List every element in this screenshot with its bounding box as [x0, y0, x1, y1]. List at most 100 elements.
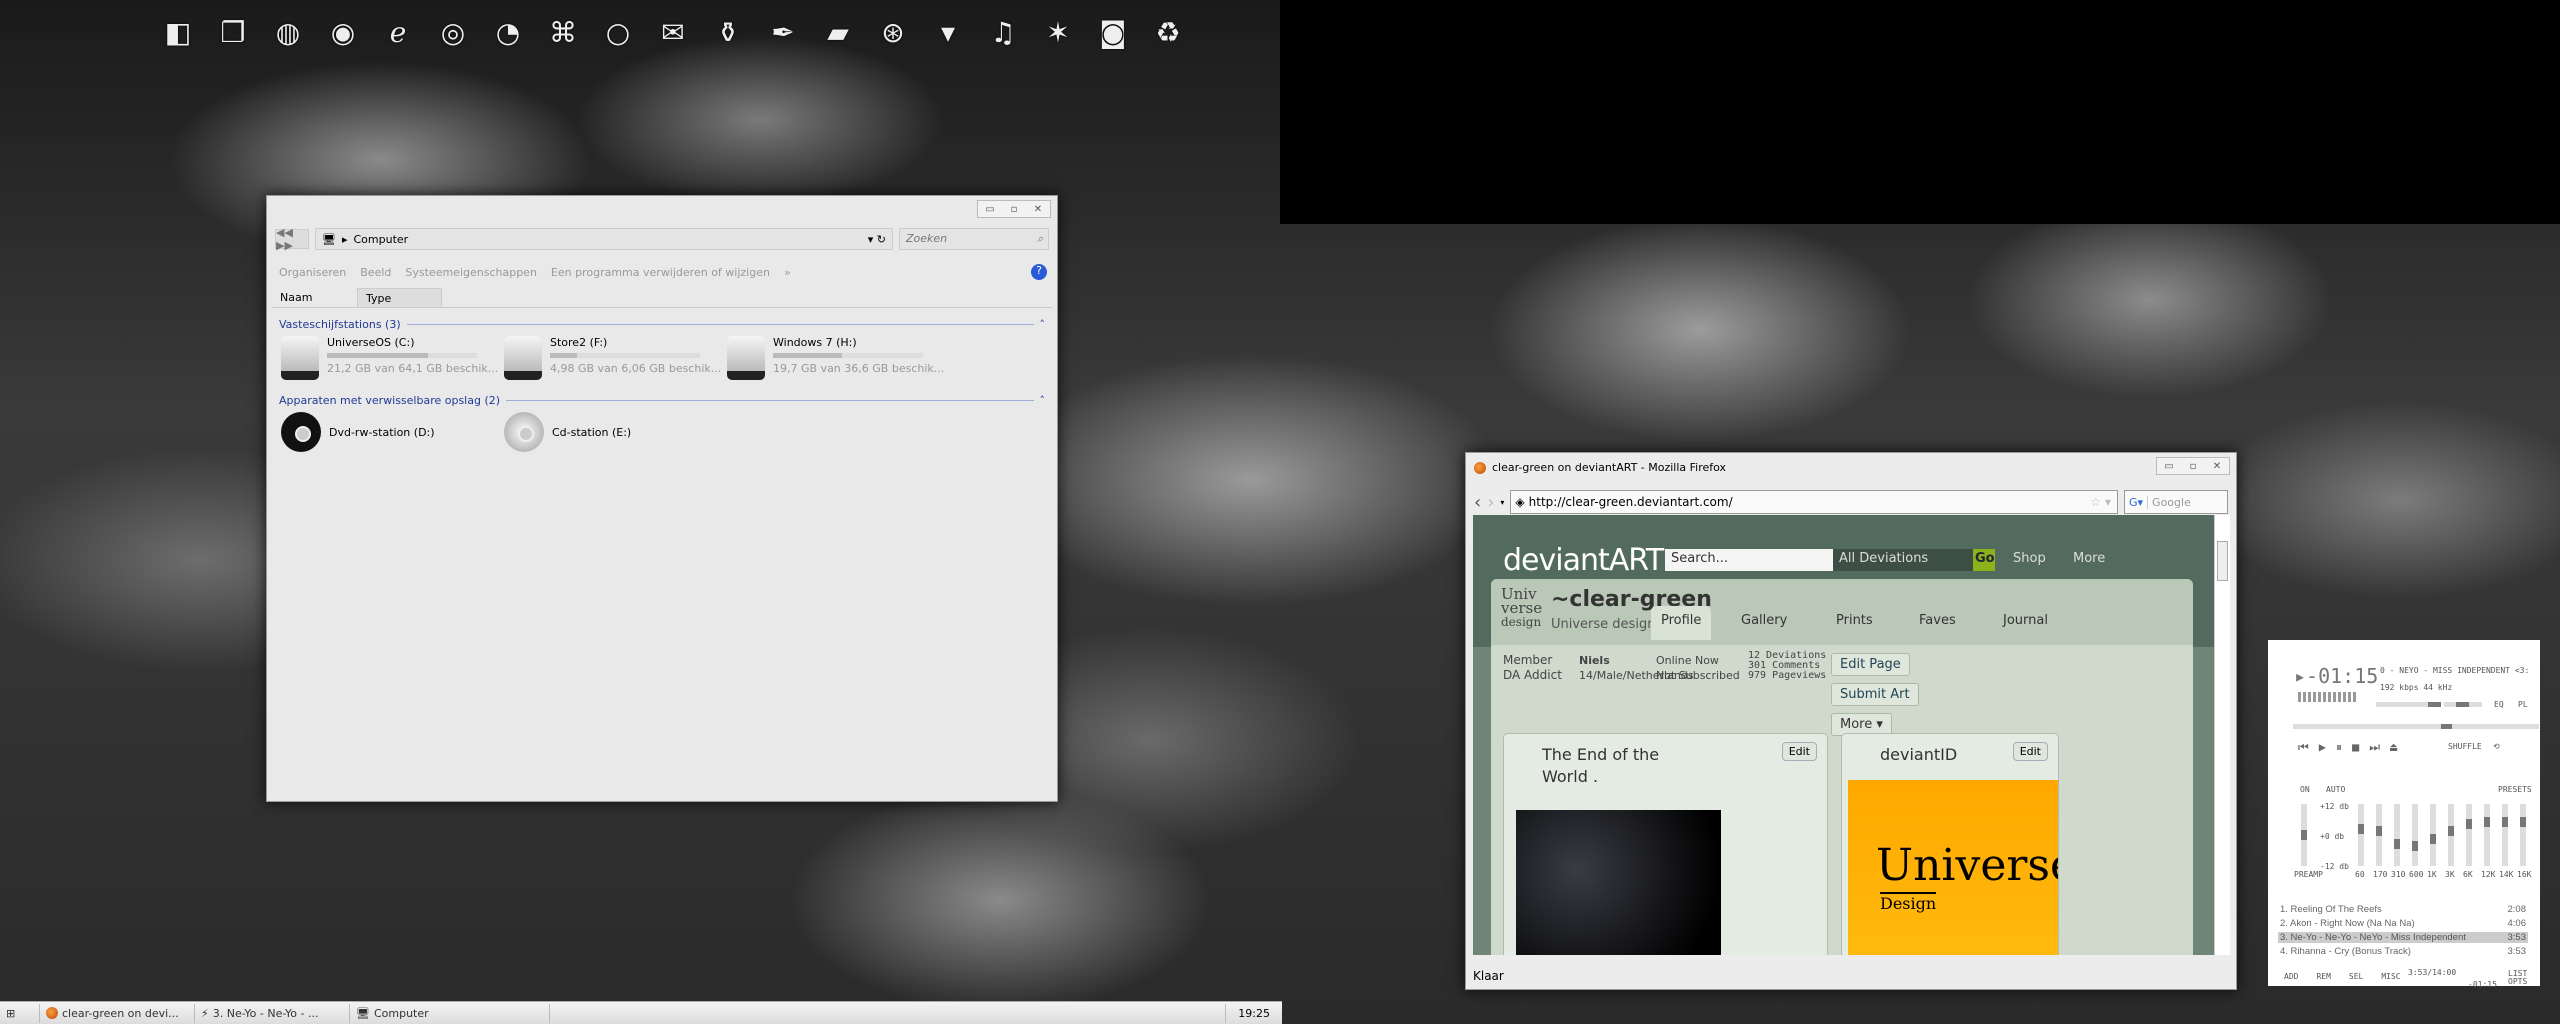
pot-icon[interactable]: ⚱	[710, 14, 746, 50]
firefox-icon[interactable]: ◉	[325, 14, 361, 50]
uninstall-program-button[interactable]: Een programma verwijderen of wijzigen	[551, 266, 770, 279]
close-button[interactable]: ✕	[1026, 201, 1050, 217]
card-title[interactable]: The End of the World .	[1542, 744, 1692, 788]
deviantart-logo[interactable]: deviantART	[1503, 543, 1664, 578]
scope-select[interactable]: All Deviations	[1833, 549, 1973, 571]
search-input[interactable]: G▾ Google	[2124, 490, 2228, 514]
back-button[interactable]: ‹	[1474, 492, 1481, 513]
back-forward-buttons[interactable]: ◀◀ ▶▶	[275, 226, 309, 252]
tab-profile[interactable]: Profile	[1651, 606, 1712, 640]
edit-page-button[interactable]: Edit Page	[1831, 653, 1910, 676]
organize-button[interactable]: Organiseren	[279, 266, 346, 279]
shop-link[interactable]: Shop	[2013, 551, 2046, 566]
transport-controls[interactable]: ⏮▶⏸■⏭⏏	[2298, 740, 2407, 755]
volume-slider[interactable]	[2376, 702, 2441, 707]
drive-item[interactable]: Cd-station (E:)	[504, 412, 631, 452]
history-dropdown[interactable]: ▾	[1500, 498, 1504, 507]
go-button[interactable]: Go	[1973, 549, 1995, 571]
deviation-thumbnail[interactable]	[1516, 810, 1721, 955]
drive-item[interactable]: UniverseOS (C:) 21,2 GB van 64,1 GB besch…	[281, 336, 498, 380]
vertical-scrollbar[interactable]	[2214, 515, 2230, 955]
eq-band-slider[interactable]	[2394, 804, 2400, 866]
start-button[interactable]: ⊞	[0, 1003, 40, 1023]
collapse-icon[interactable]: ˄	[1040, 318, 1046, 331]
playlist-item[interactable]: 3. Ne-Yo - Ne-Yo - NeYo - Miss Independe…	[2278, 932, 2528, 943]
avatar[interactable]: Univ verse design	[1501, 587, 1542, 630]
drive-item[interactable]: Store2 (F:) 4,98 GB van 6,06 GB beschik..…	[504, 336, 721, 380]
submit-art-button[interactable]: Submit Art	[1831, 683, 1919, 706]
shuffle-toggle[interactable]: SHUFFLE	[2448, 742, 2482, 751]
network-icon[interactable]: ⌘	[545, 14, 581, 50]
eq-band-slider[interactable]	[2484, 804, 2490, 866]
remove-button[interactable]: REM	[2316, 972, 2330, 981]
eq-band-slider[interactable]	[2376, 804, 2382, 866]
pl-toggle[interactable]: PL	[2518, 700, 2528, 709]
activity-monitor-icon[interactable]: ◍	[270, 14, 306, 50]
playlist-item[interactable]: 4. Rihanna - Cry (Bonus Track) 3:53	[2278, 946, 2528, 957]
select-button[interactable]: SEL	[2349, 972, 2363, 981]
clock[interactable]: 19:25	[1225, 1003, 1282, 1023]
feather-icon[interactable]: ✒	[765, 14, 801, 50]
seek-bar[interactable]	[2293, 724, 2539, 729]
edit-button[interactable]: Edit	[1781, 742, 1817, 761]
eq-band-slider[interactable]	[2520, 804, 2526, 866]
forward-button[interactable]: ›	[1487, 492, 1494, 513]
camera-icon[interactable]: ◙	[1095, 14, 1131, 50]
eq-band-slider[interactable]	[2430, 804, 2436, 866]
download-icon[interactable]: ▾	[930, 14, 966, 50]
tab-faves[interactable]: Faves	[1919, 613, 1956, 628]
group-header[interactable]: Vasteschijfstations (3) ˄	[279, 318, 1045, 331]
window-icon[interactable]: ◧	[160, 14, 196, 50]
da-search-input[interactable]: Search...	[1665, 549, 1833, 571]
help-icon[interactable]: ?	[1031, 264, 1047, 280]
eq-band-slider[interactable]	[2466, 804, 2472, 866]
eq-auto-toggle[interactable]: AUTO	[2326, 785, 2345, 794]
online-status[interactable]: Online Now Not Subscribed	[1656, 653, 1740, 683]
playlist-item[interactable]: 2. Akon - Right Now (Na Na Na) 4:06	[2278, 918, 2528, 929]
repeat-icon[interactable]: ⟲	[2493, 742, 2500, 751]
media-player-icon[interactable]: ◎	[435, 14, 471, 50]
maximize-button[interactable]: ▫	[1002, 201, 1026, 217]
paint-icon[interactable]: ◔	[490, 14, 526, 50]
stack-icon[interactable]: ❐	[215, 14, 251, 50]
preamp-slider[interactable]	[2301, 804, 2307, 866]
system-properties-button[interactable]: Systeemeigenschappen	[405, 266, 537, 279]
more-link[interactable]: More	[2073, 551, 2105, 566]
eq-band-slider[interactable]	[2502, 804, 2508, 866]
tab-gallery[interactable]: Gallery	[1741, 613, 1787, 628]
taskbar-item-winamp[interactable]: ⚡ 3. Ne-Yo - Ne-Yo - ...	[195, 1003, 350, 1023]
column-type[interactable]: Type	[357, 288, 442, 307]
eq-band-slider[interactable]	[2358, 804, 2364, 866]
music-icon[interactable]: ♫	[985, 14, 1021, 50]
minimize-button[interactable]: ▭	[978, 201, 1002, 217]
burst-icon[interactable]: ✶	[1040, 14, 1076, 50]
view-button[interactable]: Beeld	[360, 266, 391, 279]
drive-item[interactable]: Windows 7 (H:) 19,7 GB van 36,6 GB beschi…	[727, 336, 944, 380]
group-header[interactable]: Apparaten met verwisselbare opslag (2) ˄	[279, 394, 1045, 407]
list-options-button[interactable]: LIST OPTS	[2508, 970, 2532, 986]
search-input[interactable]: Zoeken ⌕	[899, 228, 1049, 250]
column-name[interactable]: Naam	[272, 288, 357, 307]
stats[interactable]: 12 Deviations 301 Comments 979 Pageviews	[1748, 651, 1826, 681]
folder-icon[interactable]: ▰	[820, 14, 856, 50]
drive-item[interactable]: Dvd-rw-station (D:)	[281, 412, 435, 452]
close-button[interactable]: ✕	[2205, 458, 2229, 474]
eq-band-slider[interactable]	[2448, 804, 2454, 866]
misc-button[interactable]: MISC	[2381, 972, 2400, 981]
taskbar-item-firefox[interactable]: clear-green on devi...	[40, 1003, 195, 1023]
tab-prints[interactable]: Prints	[1836, 613, 1873, 628]
trash-icon[interactable]: ♻	[1150, 14, 1186, 50]
address-bar[interactable]: 🖥 ▸ Computer ▾ ↻	[315, 228, 893, 250]
eq-presets-button[interactable]: PRESETS	[2498, 785, 2532, 794]
eq-band-slider[interactable]	[2412, 804, 2418, 866]
internet-explorer-icon[interactable]: ℯ	[380, 14, 416, 50]
more-button[interactable]: »	[784, 266, 791, 279]
bookmark-star-icon[interactable]: ☆ ▾	[2090, 495, 2117, 509]
safari-icon[interactable]: ⊛	[875, 14, 911, 50]
minimize-button[interactable]: ▭	[2157, 458, 2181, 474]
eq-on-toggle[interactable]: ON	[2300, 785, 2310, 794]
collapse-icon[interactable]: ˄	[1040, 394, 1046, 407]
maximize-button[interactable]: ▫	[2181, 458, 2205, 474]
add-button[interactable]: ADD	[2284, 972, 2298, 981]
balance-slider[interactable]	[2444, 702, 2482, 707]
